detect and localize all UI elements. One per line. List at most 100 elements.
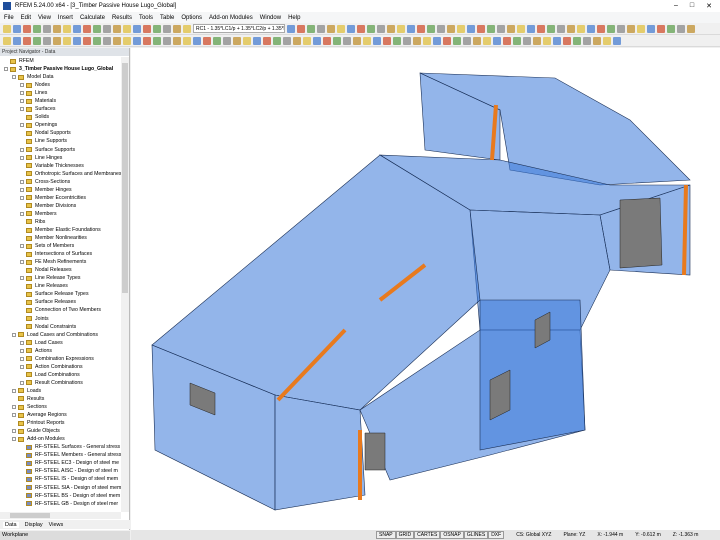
- tree-item[interactable]: Joints: [0, 315, 121, 323]
- expand-icon[interactable]: [20, 212, 24, 216]
- tree-item[interactable]: Intersections of Surfaces: [0, 250, 121, 258]
- tree-item[interactable]: RF-STEEL Members - General stress: [0, 451, 121, 459]
- toolbar-button-icon[interactable]: [173, 37, 181, 45]
- toolbar-button-icon[interactable]: [243, 37, 251, 45]
- tree-item[interactable]: Member Eccentricities: [0, 194, 121, 202]
- tree-item[interactable]: 3_Timber Passive House Lugo_Global: [0, 65, 121, 73]
- tree-item[interactable]: RFEM: [0, 57, 121, 65]
- toolbar-button-icon[interactable]: [103, 37, 111, 45]
- tree-item[interactable]: Add-on Modules: [0, 435, 121, 443]
- tree-item[interactable]: Line Hinges: [0, 154, 121, 162]
- tree-item[interactable]: Sections: [0, 403, 121, 411]
- toolbar-button-icon[interactable]: [173, 25, 181, 33]
- expand-icon[interactable]: [20, 244, 24, 248]
- tree-item[interactable]: Surfaces: [0, 105, 121, 113]
- toolbar-button-icon[interactable]: [513, 37, 521, 45]
- toolbar-button-icon[interactable]: [463, 37, 471, 45]
- toolbar-button-icon[interactable]: [153, 25, 161, 33]
- tree-item[interactable]: RF-STEEL Surfaces - General stress: [0, 443, 121, 451]
- toolbar-button-icon[interactable]: [613, 37, 621, 45]
- toolbar-button-icon[interactable]: [377, 25, 385, 33]
- toolbar-button-icon[interactable]: [627, 25, 635, 33]
- toolbar-button-icon[interactable]: [43, 37, 51, 45]
- load-combination-select[interactable]: RC1 - 1.35*LC1/p + 1.35*LC2/p + 1.35*l: [193, 24, 285, 33]
- expand-icon[interactable]: [20, 180, 24, 184]
- toolbar-button-icon[interactable]: [133, 25, 141, 33]
- toolbar-button-icon[interactable]: [383, 37, 391, 45]
- toolbar-button-icon[interactable]: [473, 37, 481, 45]
- toolbar-button-icon[interactable]: [357, 25, 365, 33]
- menu-add-on-modules[interactable]: Add-on Modules: [209, 15, 253, 21]
- toolbar-button-icon[interactable]: [307, 25, 315, 33]
- toolbar-button-icon[interactable]: [573, 37, 581, 45]
- tree-item[interactable]: RF-STEEL BS - Design of steel mem: [0, 492, 121, 500]
- toolbar-button-icon[interactable]: [477, 25, 485, 33]
- tree-item[interactable]: RF-STEEL EC3 - Design of steel me: [0, 459, 121, 467]
- toolbar-button-icon[interactable]: [183, 25, 191, 33]
- toolbar-button-icon[interactable]: [253, 37, 261, 45]
- toolbar-button-icon[interactable]: [667, 25, 675, 33]
- toolbar-button-icon[interactable]: [283, 37, 291, 45]
- 3d-model-viewport[interactable]: [131, 48, 720, 530]
- status-toggle-grid[interactable]: GRID: [396, 531, 415, 539]
- toolbar-button-icon[interactable]: [3, 25, 11, 33]
- toolbar-button-icon[interactable]: [193, 37, 201, 45]
- toolbar-button-icon[interactable]: [287, 25, 295, 33]
- toolbar-button-icon[interactable]: [273, 37, 281, 45]
- tree-item[interactable]: Line Releases: [0, 282, 121, 290]
- expand-icon[interactable]: [12, 437, 16, 441]
- expand-icon[interactable]: [12, 429, 16, 433]
- tree-item[interactable]: Variable Thicknesses: [0, 162, 121, 170]
- toolbar-button-icon[interactable]: [297, 25, 305, 33]
- expand-icon[interactable]: [20, 260, 24, 264]
- toolbar-button-icon[interactable]: [483, 37, 491, 45]
- toolbar-button-icon[interactable]: [507, 25, 515, 33]
- tree-item[interactable]: Ribs: [0, 218, 121, 226]
- toolbar-button-icon[interactable]: [3, 37, 11, 45]
- tree-item[interactable]: Average Regions: [0, 411, 121, 419]
- toolbar-button-icon[interactable]: [223, 37, 231, 45]
- toolbar-button-icon[interactable]: [553, 37, 561, 45]
- toolbar-button-icon[interactable]: [523, 37, 531, 45]
- status-toggle-snap[interactable]: SNAP: [376, 531, 396, 539]
- tree-item[interactable]: Load Cases: [0, 339, 121, 347]
- toolbar-button-icon[interactable]: [393, 37, 401, 45]
- expand-icon[interactable]: [20, 365, 24, 369]
- toolbar-button-icon[interactable]: [313, 37, 321, 45]
- toolbar-button-icon[interactable]: [537, 25, 545, 33]
- expand-icon[interactable]: [12, 333, 16, 337]
- toolbar-button-icon[interactable]: [143, 25, 151, 33]
- toolbar-button-icon[interactable]: [83, 25, 91, 33]
- toolbar-button-icon[interactable]: [163, 25, 171, 33]
- navigator-vertical-scrollbar[interactable]: [121, 57, 129, 512]
- toolbar-button-icon[interactable]: [577, 25, 585, 33]
- tree-item[interactable]: RF-STEEL IS - Design of steel mem: [0, 475, 121, 483]
- navigator-horizontal-scrollbar[interactable]: [0, 512, 121, 519]
- expand-icon[interactable]: [20, 148, 24, 152]
- toolbar-button-icon[interactable]: [163, 37, 171, 45]
- toolbar-button-icon[interactable]: [403, 37, 411, 45]
- toolbar-button-icon[interactable]: [293, 37, 301, 45]
- toolbar-button-icon[interactable]: [323, 37, 331, 45]
- tree-item[interactable]: Surface Release Types: [0, 290, 121, 298]
- expand-icon[interactable]: [20, 357, 24, 361]
- expand-icon[interactable]: [20, 381, 24, 385]
- menu-file[interactable]: File: [4, 15, 14, 21]
- tree-item[interactable]: Nodes: [0, 81, 121, 89]
- toolbar-button-icon[interactable]: [113, 25, 121, 33]
- expand-icon[interactable]: [20, 123, 24, 127]
- expand-icon[interactable]: [12, 75, 16, 79]
- toolbar-button-icon[interactable]: [13, 25, 21, 33]
- expand-icon[interactable]: [20, 156, 24, 160]
- toolbar-button-icon[interactable]: [43, 25, 51, 33]
- toolbar-button-icon[interactable]: [457, 25, 465, 33]
- tree-item[interactable]: Combination Expressions: [0, 355, 121, 363]
- toolbar-button-icon[interactable]: [603, 37, 611, 45]
- expand-icon[interactable]: [20, 91, 24, 95]
- toolbar-button-icon[interactable]: [53, 25, 61, 33]
- toolbar-button-icon[interactable]: [567, 25, 575, 33]
- toolbar-button-icon[interactable]: [387, 25, 395, 33]
- tree-item[interactable]: Surface Supports: [0, 146, 121, 154]
- menu-view[interactable]: View: [38, 15, 51, 21]
- expand-icon[interactable]: [20, 188, 24, 192]
